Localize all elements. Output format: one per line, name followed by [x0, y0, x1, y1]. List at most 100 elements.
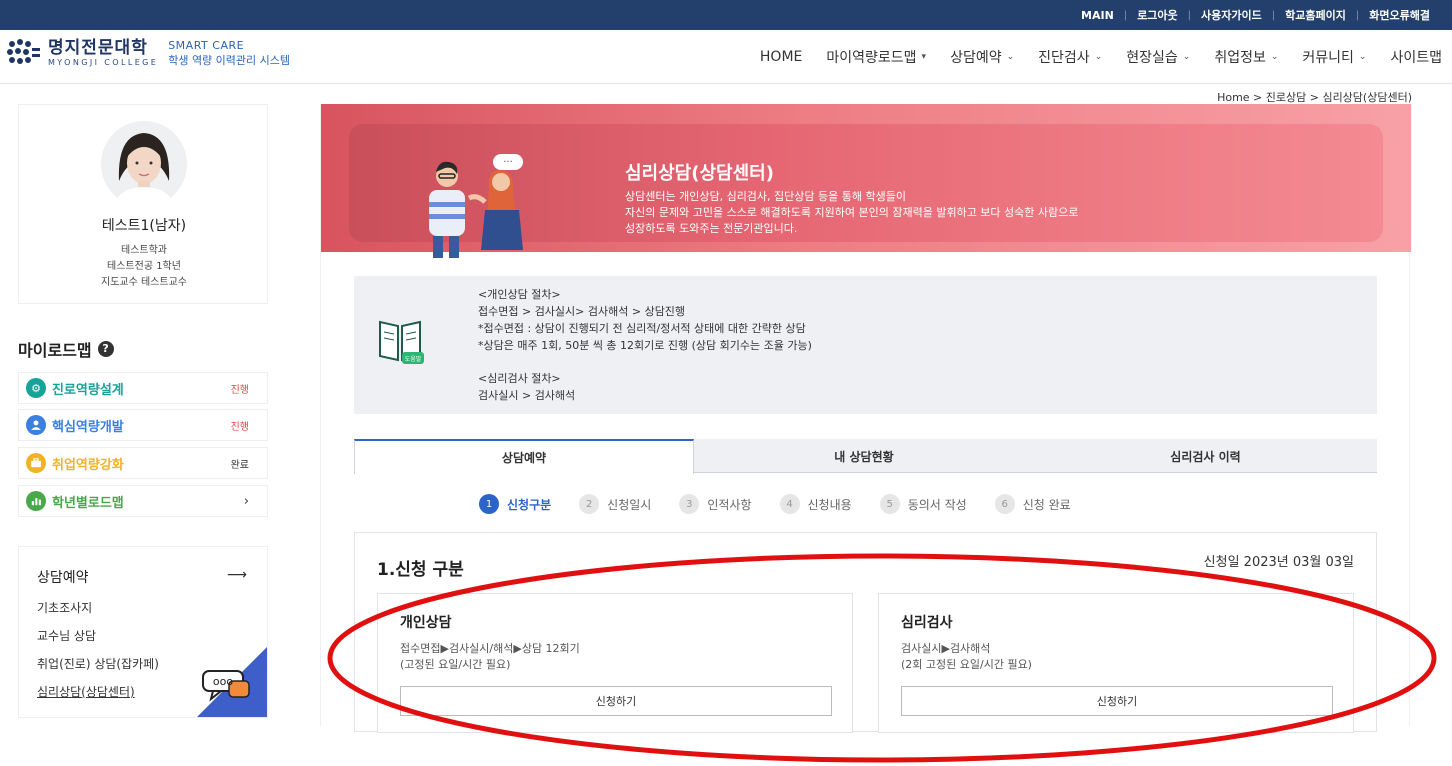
chevron-down-icon: ⌄ [1006, 52, 1015, 62]
step-3: 3 인적사항 [679, 494, 752, 514]
util-link-user-guide[interactable]: 사용자가이드 [1201, 7, 1262, 23]
briefcase-icon [26, 453, 46, 473]
chevron-down-icon: ⌄ [1358, 52, 1367, 62]
chevron-right-icon: › [243, 493, 249, 509]
site-header: 명지전문대학 MYONGJI COLLEGE SMART CARE 학생 역량 … [0, 30, 1452, 84]
card-description: (고정된 요일/시간 필요) [400, 658, 511, 671]
nav-field-training[interactable]: 현장실습 ⌄ [1126, 47, 1190, 67]
consult-link-career-jobcafe[interactable]: 취업(진로) 상담(잡카페) [37, 655, 159, 672]
arrow-right-icon[interactable]: ⟶ [227, 567, 247, 583]
nav-community[interactable]: 커뮤니티 ⌄ [1302, 47, 1366, 67]
profile-department: 테스트학과 [121, 245, 167, 256]
logo-korean-name: 명지전문대학 [48, 38, 148, 58]
banner-description-line: 자신의 문제와 고민을 스스로 해결하도록 지원하여 본인의 잠재력을 발휘하고… [625, 206, 1079, 219]
book-icon: 도움말 [379, 320, 424, 364]
step-6: 6 신청 완료 [994, 494, 1071, 514]
info-line: *상담은 매주 1회, 50분 씩 총 12회기로 진행 (상담 회기수는 조율… [478, 339, 812, 352]
top-utility-bar: MAIN | 로그아웃 | 사용자가이드 | 학교홈페이지 | 화면오류해결 [0, 0, 1452, 30]
svg-text:ooo: ooo [213, 675, 233, 688]
logo-smart-care: SMART CARE [168, 38, 245, 52]
utility-links: MAIN | 로그아웃 | 사용자가이드 | 학교홈페이지 | 화면오류해결 [1081, 7, 1430, 23]
consult-menu-title: 상담예약 [37, 570, 89, 586]
banner-description-line: 상담센터는 개인상담, 심리검사, 집단상담 등을 통해 학생들이 [625, 190, 906, 203]
profile-card: 테스트1(남자) 테스트학과 테스트전공 1학년 지도교수 테스트교수 [18, 104, 268, 304]
form-title: 1.신청 구분 [377, 560, 464, 580]
nav-diagnostic-test[interactable]: 진단검사 ⌄ [1038, 47, 1102, 67]
apply-individual-counseling-button[interactable]: 신청하기 [400, 686, 832, 716]
svg-text:도움말: 도움말 [405, 355, 422, 363]
consult-link-basic-survey[interactable]: 기초조사지 [37, 599, 92, 616]
tab-consult-booking[interactable]: 상담예약 [354, 439, 694, 474]
roadmap-item-career-design[interactable]: ⚙ 진로역량설계 진행 [18, 372, 268, 404]
status-badge: 진행 [230, 421, 249, 433]
nav-sitemap[interactable]: 사이트맵 [1390, 47, 1442, 67]
counseling-illustration-icon: ··· [429, 154, 523, 258]
status-badge: 진행 [230, 384, 249, 396]
roadmap-item-core-competency[interactable]: 핵심역량개발 진행 [18, 409, 268, 441]
application-steps: 1 신청구분 2 신청일시 3 인적사항 4 신청내용 5 동의서 작성 6 신청 완료 [479, 494, 1099, 514]
main-navigation: HOME 마이역량로드맵 ▾ 상담예약 ⌄ 진단검사 ⌄ 현장실습 ⌄ 취업정보 ⌄ 커뮤… [736, 30, 1442, 84]
nav-my-roadmap[interactable]: 마이역량로드맵 ▾ [826, 47, 926, 67]
consult-link-psychological[interactable]: 심리상담(상담센터) [37, 683, 135, 700]
application-type-form: 1.신청 구분 신청일 2023년 03월 03일 개인상담 접수면접▶검사실시… [354, 532, 1377, 733]
tab-my-consult-status[interactable]: 내 상담현황 [694, 439, 1034, 473]
card-title: 개인상담 [400, 615, 452, 631]
util-link-logout[interactable]: 로그아웃 [1137, 7, 1177, 23]
util-link-school-homepage[interactable]: 학교홈페이지 [1285, 7, 1346, 23]
card-individual-counseling: 개인상담 접수면접▶검사실시/해석▶상담 12회기 (고정된 요일/시간 필요)… [377, 593, 853, 733]
banner-description-line: 성장하도록 도와주는 전문기관입니다. [625, 222, 798, 235]
roadmap-item-label: 취업역량강화 [52, 457, 124, 473]
roadmap-item-employment[interactable]: 취업역량강화 완료 [18, 447, 268, 479]
page-title: 심리상담(상담센터) [625, 163, 774, 184]
step-4: 4 신청내용 [779, 494, 852, 514]
logo-system-name: 학생 역량 이력관리 시스템 [168, 53, 291, 67]
info-line: 접수면접 > 검사실시> 검사해석 > 상담진행 [478, 305, 686, 318]
profile-major: 테스트전공 1학년 [107, 261, 181, 272]
svg-text:···: ··· [503, 157, 513, 168]
main-content: ··· 심리상담(상담센터) 상담센터는 개인상담, 심리검사, 집단상담 등을… [320, 104, 1411, 733]
chat-bubble-icon: ooo [199, 667, 253, 705]
tab-psych-test-history[interactable]: 심리검사 이력 [1034, 439, 1377, 473]
roadmap-item-yearly[interactable]: 학년별로드맵 › [18, 485, 268, 517]
apply-psychological-test-button[interactable]: 신청하기 [901, 686, 1333, 716]
banner-card: ··· 심리상담(상담센터) 상담센터는 개인상담, 심리검사, 집단상담 등을… [349, 124, 1383, 258]
info-line: <심리검사 절차> [478, 372, 561, 385]
profile-name: 테스트1(남자) [101, 218, 187, 234]
logo-english-name: MYONGJI COLLEGE [48, 58, 159, 67]
chevron-down-icon: ▾ [921, 52, 927, 62]
info-line: <개인상담 절차> [478, 288, 561, 301]
nav-home[interactable]: HOME [760, 49, 802, 65]
card-description: 접수면접▶검사실시/해석▶상담 12회기 [400, 642, 580, 655]
chevron-down-icon: ⌄ [1094, 52, 1103, 62]
college-emblem-icon [6, 38, 42, 68]
nav-job-info[interactable]: 취업정보 ⌄ [1214, 47, 1278, 67]
roadmap-item-label: 핵심역량개발 [52, 419, 124, 435]
roadmap-item-label: 학년별로드맵 [52, 495, 124, 511]
card-psychological-test: 심리검사 검사실시▶검사해석 (2회 고정된 요일/시간 필요) 신청하기 [878, 593, 1354, 733]
chevron-down-icon: ⌄ [1182, 52, 1191, 62]
util-link-screen-error[interactable]: 화면오류해결 [1369, 7, 1430, 23]
consult-tabs: 상담예약 내 상담현황 심리검사 이력 [354, 439, 1377, 474]
help-icon[interactable]: ? [97, 341, 114, 357]
consult-link-professor[interactable]: 교수님 상담 [37, 627, 96, 644]
info-line: 검사실시 > 검사해석 [478, 389, 576, 402]
card-title: 심리검사 [901, 615, 953, 631]
nav-consult-booking[interactable]: 상담예약 ⌄ [950, 47, 1014, 67]
card-description: (2회 고정된 요일/시간 필요) [901, 658, 1032, 671]
card-description: 검사실시▶검사해석 [901, 642, 991, 655]
step-5: 5 동의서 작성 [879, 494, 967, 514]
util-link-main[interactable]: MAIN [1081, 9, 1114, 22]
gear-icon: ⚙ [26, 378, 46, 398]
status-badge: 완료 [230, 459, 249, 471]
profile-advisor: 지도교수 테스트교수 [101, 277, 187, 288]
avatar [101, 121, 187, 207]
step-2: 2 신청일시 [579, 494, 651, 514]
site-logo[interactable]: 명지전문대학 MYONGJI COLLEGE SMART CARE 학생 역량 … [6, 38, 290, 68]
chevron-down-icon: ⌄ [1270, 52, 1279, 62]
page-banner: ··· 심리상담(상담센터) 상담센터는 개인상담, 심리검사, 집단상담 등을… [321, 104, 1411, 258]
procedure-info-box: 도움말 <개인상담 절차> 접수면접 > 검사실시> 검사해석 > 상담진행 *… [354, 276, 1377, 414]
application-date: 신청일 2023년 03월 03일 [1203, 555, 1354, 570]
consult-side-menu: 상담예약 ⟶ 기초조사지 교수님 상담 취업(진로) 상담(잡카페) 심리상담(… [18, 546, 268, 718]
my-roadmap-heading: 마이로드맵 ? [18, 337, 114, 361]
bar-chart-icon [26, 491, 46, 511]
